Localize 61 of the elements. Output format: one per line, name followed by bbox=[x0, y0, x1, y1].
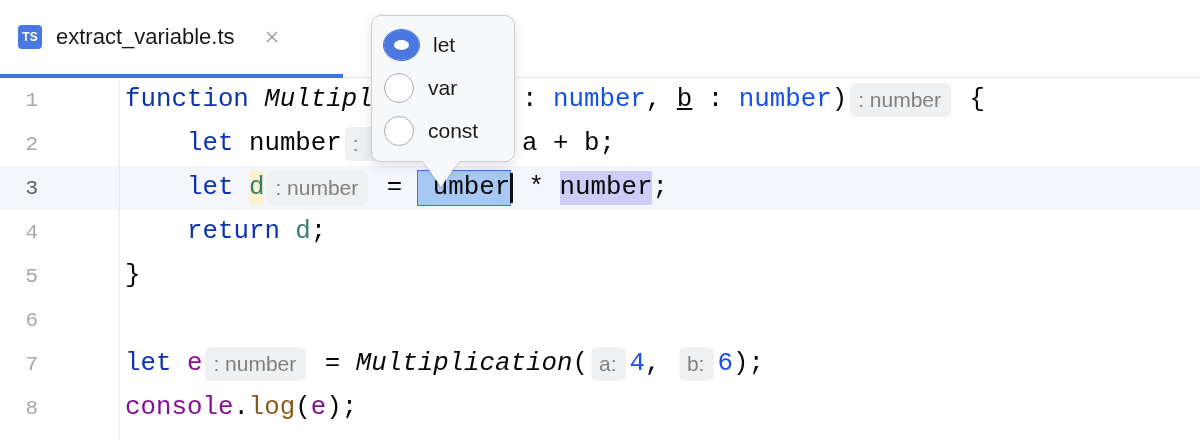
code-text: : bbox=[706, 84, 725, 116]
code-text: number bbox=[248, 128, 342, 160]
code-text: ( bbox=[295, 392, 311, 424]
line-number: 4 bbox=[24, 220, 38, 244]
type-name: number bbox=[552, 84, 646, 116]
number-literal: 6 bbox=[717, 348, 733, 380]
close-icon[interactable] bbox=[264, 30, 279, 44]
parameter-name: b bbox=[676, 84, 693, 116]
method-name: log bbox=[248, 392, 296, 424]
code-text: { bbox=[968, 84, 985, 116]
code-text: ); bbox=[732, 348, 764, 380]
code-text: ( bbox=[572, 348, 588, 380]
inlay-hint: b: bbox=[678, 347, 715, 381]
variable-name: d bbox=[248, 171, 265, 205]
line-number: 3 bbox=[24, 176, 38, 200]
variable-name: e bbox=[310, 392, 327, 424]
code-text: . bbox=[233, 392, 249, 424]
radio-option[interactable]: let bbox=[384, 30, 502, 60]
selected-text: umber bbox=[417, 171, 511, 205]
code-text: ); bbox=[326, 392, 358, 424]
keyword: let bbox=[187, 128, 234, 160]
inlay-hint: : number bbox=[267, 171, 369, 205]
inlay-hint: : number bbox=[850, 83, 951, 117]
code-text: a + b; bbox=[522, 128, 615, 160]
radio-button[interactable] bbox=[384, 116, 414, 146]
keyword: let bbox=[125, 348, 172, 380]
radio-button[interactable] bbox=[384, 30, 419, 60]
text-caret bbox=[510, 173, 514, 203]
line-number: 7 bbox=[24, 352, 38, 376]
number-literal: 4 bbox=[629, 348, 645, 380]
function-name: Multiplication bbox=[355, 348, 573, 380]
code-text: ) bbox=[831, 84, 848, 116]
code-text: , bbox=[644, 348, 662, 380]
radio-option[interactable]: var bbox=[384, 73, 502, 103]
inlay-hint: : number bbox=[205, 347, 307, 381]
code-text: , bbox=[645, 84, 663, 116]
code-text: : bbox=[522, 84, 539, 116]
radio-button[interactable] bbox=[384, 73, 414, 103]
inlay-hint: a: bbox=[590, 347, 627, 381]
code-text: ; bbox=[652, 172, 668, 204]
line-number: 1 bbox=[24, 88, 38, 112]
file-tab[interactable]: TS extract_variable.ts bbox=[0, 0, 343, 78]
code-text: = bbox=[385, 172, 404, 204]
line-number: 5 bbox=[24, 264, 38, 288]
variable-name: e bbox=[186, 348, 203, 380]
variable-name: console bbox=[125, 392, 234, 424]
line-number: 6 bbox=[24, 308, 38, 332]
function-name: Multipl bbox=[264, 84, 373, 116]
type-name: number bbox=[738, 84, 832, 116]
typescript-file-icon: TS bbox=[18, 25, 42, 49]
keyword: let bbox=[187, 172, 234, 204]
code-text: } bbox=[125, 260, 141, 292]
keyword: return bbox=[187, 216, 280, 248]
code-text: = bbox=[323, 348, 342, 380]
keyword: function bbox=[125, 84, 249, 116]
code-text: ; bbox=[310, 216, 327, 248]
line-number: 2 bbox=[24, 132, 38, 156]
variable-reference: number bbox=[559, 171, 653, 205]
code-text: * bbox=[527, 172, 546, 204]
line-number: 8 bbox=[24, 396, 38, 420]
variable-name: d bbox=[295, 216, 311, 248]
